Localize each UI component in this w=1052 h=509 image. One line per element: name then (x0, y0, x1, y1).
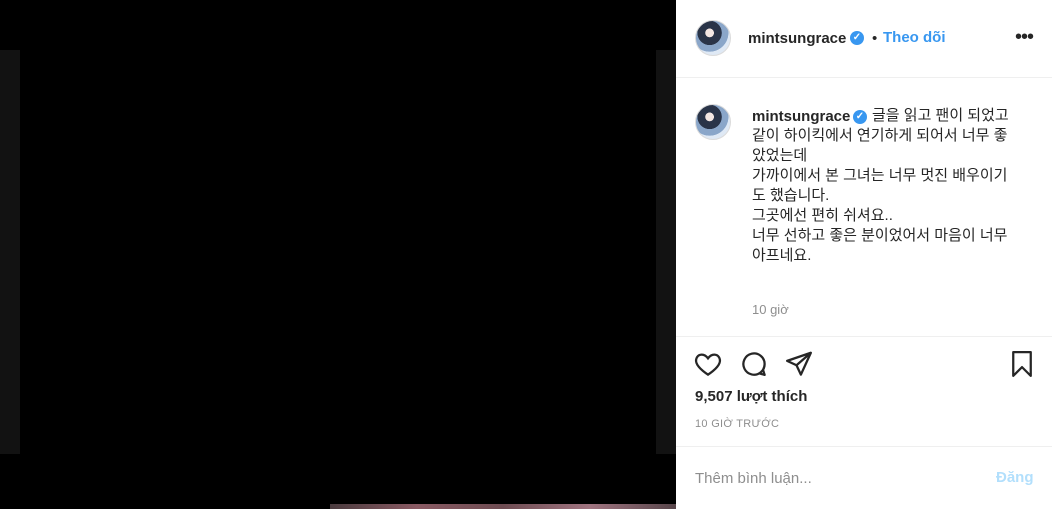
media-left-border (0, 50, 20, 454)
media-bottom-area (0, 454, 676, 509)
heart-icon[interactable] (693, 349, 723, 379)
caption-section: mintsungrace ✓ 글을 읽고 팬이 되었고 같이 하이킥에서 연기하… (676, 79, 1052, 337)
caption-time[interactable]: 10 giờ (752, 302, 789, 317)
caption-avatar[interactable] (695, 104, 731, 140)
post-timestamp[interactable]: 10 GIỜ TRƯỚC (695, 418, 779, 430)
share-icon[interactable] (784, 349, 814, 379)
post-comment-button[interactable]: Đăng (996, 469, 1034, 486)
avatar[interactable] (695, 20, 731, 56)
action-bar (676, 338, 1052, 386)
caption-text: 글을 읽고 팬이 되었고 같이 하이킥에서 연기하게 되어서 너무 좋았었는데 … (752, 107, 1009, 264)
verified-icon: ✓ (850, 31, 864, 45)
media-viewer[interactable] (0, 0, 676, 509)
separator-dot: • (872, 30, 878, 47)
post-side-panel: mintsungrace ✓ • Theo dõi ••• mintsungra… (676, 0, 1052, 509)
next-image-peek (330, 504, 676, 509)
comment-input[interactable] (695, 466, 985, 490)
bookmark-icon[interactable] (1007, 349, 1037, 379)
follow-button[interactable]: Theo dõi (883, 29, 946, 46)
header-username[interactable]: mintsungrace (748, 30, 846, 47)
media-right-border (656, 50, 676, 454)
more-options-icon[interactable]: ••• (1012, 27, 1036, 48)
comment-form: Đăng (676, 446, 1052, 509)
like-count[interactable]: 9,507 lượt thích (695, 388, 807, 405)
media-top-area (0, 0, 676, 50)
post-header: mintsungrace ✓ • Theo dõi ••• (676, 0, 1052, 78)
comment-icon[interactable] (739, 349, 769, 379)
